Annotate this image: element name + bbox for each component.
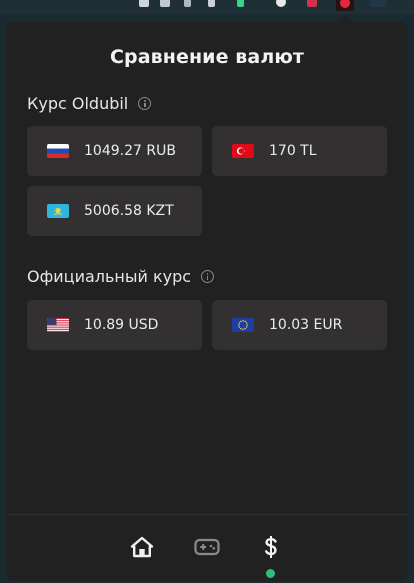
flag-turkey-icon: [232, 144, 254, 158]
popup-pointer: [338, 14, 352, 22]
rate-value: 10.03 EUR: [269, 317, 343, 333]
active-tab-indicator: [266, 569, 275, 578]
extension-icon[interactable]: [370, 0, 386, 7]
extension-icon[interactable]: [184, 0, 191, 7]
flag-kazakhstan-icon: [47, 204, 69, 218]
gamepad-icon: [194, 538, 220, 556]
flag-russia-icon: [47, 144, 69, 158]
extension-icon[interactable]: [139, 0, 149, 7]
oldubil-rate-heading-text: Курс Oldubil: [27, 94, 129, 113]
info-icon[interactable]: [138, 97, 152, 110]
extension-icon[interactable]: [307, 0, 317, 7]
rate-card-kzt: 5006.58 KZT: [27, 186, 202, 236]
nav-home-button[interactable]: [128, 533, 156, 561]
oldubil-rate-heading: Курс Oldubil: [27, 94, 152, 113]
nav-currency-button[interactable]: [257, 533, 285, 561]
extension-icon[interactable]: [160, 0, 170, 7]
extension-icon[interactable]: [276, 0, 286, 7]
rate-value: 170 TL: [269, 143, 317, 159]
rate-value: 1049.27 RUB: [84, 143, 176, 159]
nav-games-button[interactable]: [193, 533, 221, 561]
extension-icon[interactable]: [237, 0, 244, 7]
bottom-navigation: [6, 514, 408, 581]
currency-popup: Сравнение валют Курс Oldubil 1049.27 RUB…: [6, 22, 408, 581]
home-icon: [130, 536, 154, 558]
extension-icon[interactable]: [208, 0, 215, 7]
official-rate-heading-text: Официальный курс: [27, 267, 192, 286]
rate-card-rub: 1049.27 RUB: [27, 126, 202, 176]
flag-usa-icon: [47, 318, 69, 332]
rate-card-usd: 10.89 USD: [27, 300, 202, 350]
info-icon[interactable]: [201, 270, 215, 283]
dollar-icon: [265, 536, 277, 558]
popup-title: Сравнение валют: [109, 46, 305, 68]
rate-card-eur: 10.03 EUR: [212, 300, 387, 350]
rate-value: 10.89 USD: [84, 317, 159, 333]
browser-toolbar: [0, 0, 414, 14]
flag-eu-icon: [232, 318, 254, 332]
rate-card-tl: 170 TL: [212, 126, 387, 176]
official-rate-heading: Официальный курс: [27, 267, 215, 286]
rate-value: 5006.58 KZT: [84, 203, 174, 219]
